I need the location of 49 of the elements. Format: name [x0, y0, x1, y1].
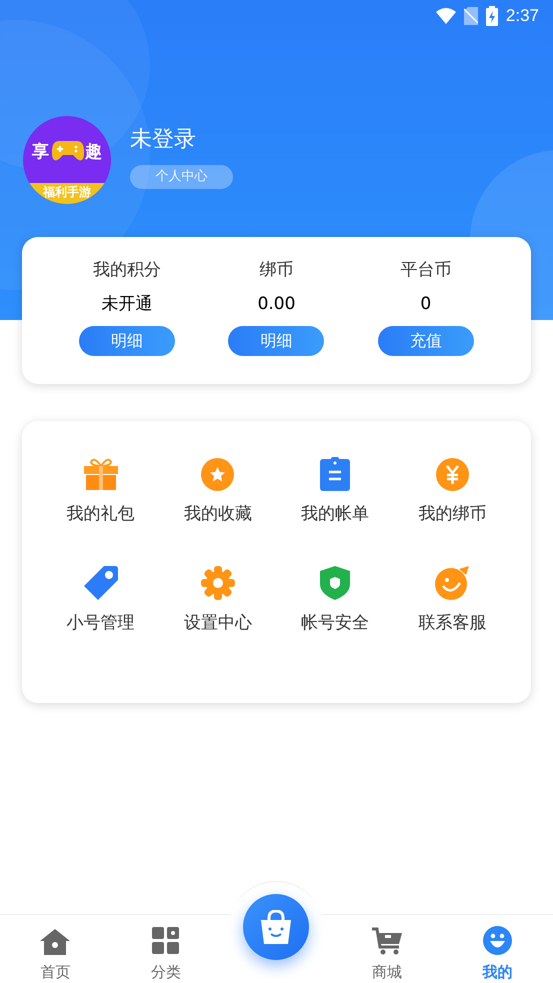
- home-icon: [40, 928, 70, 954]
- user-name: 未登录: [130, 126, 197, 154]
- menu-item[interactable]: 我的帐单: [301, 457, 370, 528]
- wallet-value: 未开通: [102, 293, 153, 316]
- gift-icon: [84, 458, 118, 490]
- wallet-label: 我的积分: [93, 259, 162, 282]
- menu-item[interactable]: 联系客服: [418, 566, 486, 636]
- clock: 2:37: [506, 5, 539, 28]
- avatar-text: 享: [32, 141, 49, 164]
- gamepad-icon: [51, 139, 85, 163]
- menu-label: 联系客服: [418, 612, 486, 634]
- menu-label: 小号管理: [66, 612, 135, 634]
- yen-coin-icon: [436, 458, 469, 490]
- star-coin-icon: [201, 458, 234, 490]
- menu-item[interactable]: 我的礼包: [66, 457, 135, 528]
- menu-item[interactable]: 我的收藏: [184, 457, 252, 528]
- shop-bag-button[interactable]: [243, 894, 310, 960]
- cart-icon: [372, 926, 402, 954]
- nav-tab[interactable]: 首页: [20, 915, 90, 983]
- wallet-value: 0: [420, 293, 432, 316]
- nav-tab[interactable]: 我的: [462, 915, 533, 983]
- menu-label: 我的绑币: [418, 503, 486, 526]
- grid-icon: [152, 926, 180, 954]
- menu-label: 我的收藏: [184, 503, 252, 526]
- avatar-text: 趣: [85, 141, 102, 164]
- nav-tab[interactable]: 分类: [130, 915, 201, 983]
- menu-label: 帐号安全: [301, 612, 370, 634]
- menu-label: 我的礼包: [66, 503, 135, 526]
- wallet-value: 0.00: [258, 293, 296, 316]
- clipboard-icon: [320, 457, 350, 491]
- no-sim-icon: [464, 7, 478, 25]
- menu-item[interactable]: 我的绑币: [418, 457, 486, 528]
- smiley-face-icon: [483, 926, 512, 955]
- smiley-icon: [435, 566, 470, 600]
- battery-charging-icon: [486, 6, 498, 26]
- shopping-bag-icon: [260, 910, 292, 944]
- wallet-label: 平台币: [400, 259, 452, 282]
- menu-label: 我的帐单: [301, 503, 370, 526]
- gear-icon: [200, 566, 235, 600]
- nav-tab[interactable]: 商城: [352, 915, 422, 983]
- tag-icon: [84, 566, 118, 600]
- avatar-banner-text: 福利手游: [43, 184, 91, 201]
- menu-item[interactable]: 帐号安全: [301, 566, 370, 636]
- menu-item[interactable]: 设置中心: [184, 566, 252, 636]
- menu-label: 设置中心: [184, 612, 252, 634]
- menu-item[interactable]: 小号管理: [66, 566, 135, 636]
- shield-icon: [320, 566, 350, 600]
- wallet-label: 绑币: [259, 259, 294, 282]
- wifi-icon: [436, 8, 456, 24]
